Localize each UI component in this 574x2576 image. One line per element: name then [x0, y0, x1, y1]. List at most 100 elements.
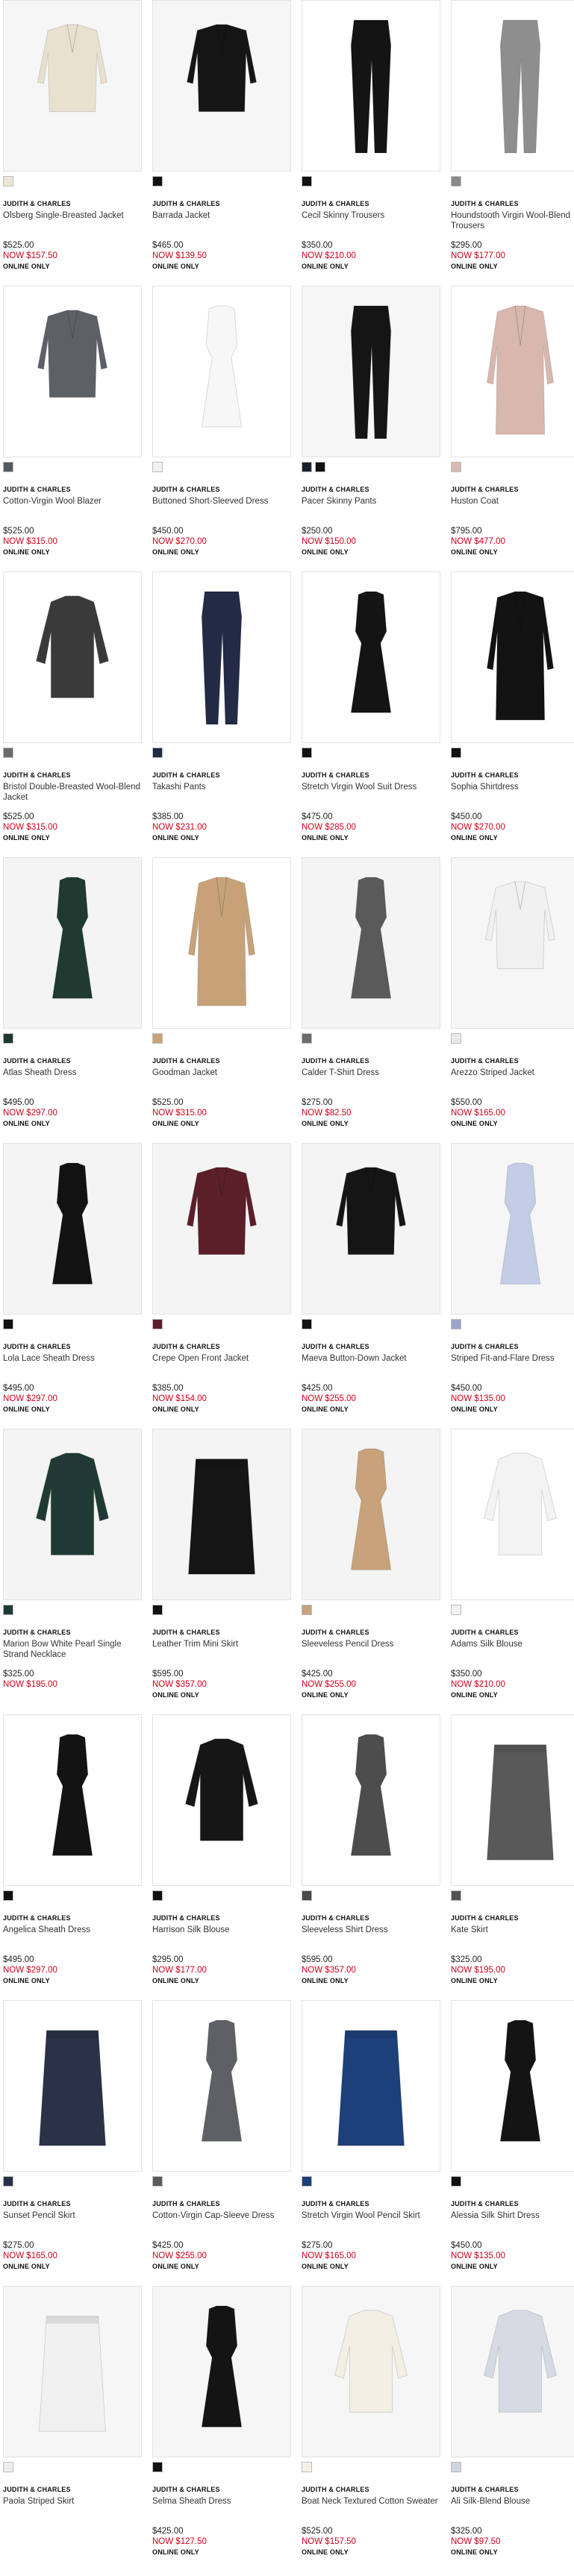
- product-card[interactable]: JUDITH & CHARLES Stretch Virgin Wool Penc…: [302, 2000, 440, 2286]
- product-image[interactable]: [451, 1143, 574, 1314]
- product-card[interactable]: JUDITH & CHARLES Goodman Jacket $525.00 NOW…: [152, 857, 291, 1143]
- product-image[interactable]: [152, 286, 291, 457]
- product-card[interactable]: JUDITH & CHARLES Bristol Double-Breasted …: [3, 571, 142, 857]
- color-swatch[interactable]: [302, 1033, 312, 1044]
- product-name[interactable]: Maeva Button-Down Jacket: [302, 1353, 440, 1364]
- product-card[interactable]: JUDITH & CHARLES Maeva Button-Down Jacket…: [302, 1143, 440, 1429]
- product-card[interactable]: JUDITH & CHARLES Cecil Skinny Trousers $35…: [302, 0, 440, 286]
- product-name[interactable]: Cotton-Virgin Cap-Sleeve Dress: [152, 2210, 291, 2221]
- color-swatch[interactable]: [3, 1319, 13, 1329]
- product-image[interactable]: [152, 0, 291, 172]
- color-swatch[interactable]: [451, 1033, 461, 1044]
- product-card[interactable]: JUDITH & CHARLES Sophia Shirtdress $450.00…: [451, 571, 574, 857]
- product-image[interactable]: [451, 1714, 574, 1886]
- color-swatch[interactable]: [152, 1033, 163, 1044]
- product-image[interactable]: [3, 1143, 142, 1314]
- color-swatch[interactable]: [152, 2462, 163, 2472]
- product-image[interactable]: [302, 1429, 440, 1600]
- color-swatch[interactable]: [302, 748, 312, 758]
- product-name[interactable]: Cecil Skinny Trousers: [302, 210, 440, 221]
- product-image[interactable]: [302, 2286, 440, 2457]
- product-card[interactable]: JUDITH & CHARLES Barrada Jacket $465.00 NOW…: [152, 0, 291, 286]
- product-image[interactable]: [3, 286, 142, 457]
- color-swatch[interactable]: [451, 1319, 461, 1329]
- product-name[interactable]: Harrison Silk Blouse: [152, 1925, 291, 1935]
- product-name[interactable]: Kate Skirt: [451, 1925, 574, 1935]
- product-name[interactable]: Barrada Jacket: [152, 210, 291, 221]
- product-name[interactable]: Striped Fit-and-Flare Dress: [451, 1353, 574, 1364]
- product-image[interactable]: [3, 571, 142, 743]
- product-image[interactable]: [302, 571, 440, 743]
- product-image[interactable]: [152, 857, 291, 1029]
- color-swatch[interactable]: [152, 748, 163, 758]
- product-image[interactable]: [3, 0, 142, 172]
- product-card[interactable]: JUDITH & CHARLES Takashi Pants $385.00 NOW …: [152, 571, 291, 857]
- product-name[interactable]: Leather Trim Mini Skirt: [152, 1639, 291, 1649]
- product-card[interactable]: JUDITH & CHARLES Alessia Silk Shirt Dress…: [451, 2000, 574, 2286]
- product-name[interactable]: Crepe Open Front Jacket: [152, 1353, 291, 1364]
- product-image[interactable]: [451, 571, 574, 743]
- product-image[interactable]: [3, 2286, 142, 2457]
- product-name[interactable]: Selma Sheath Dress: [152, 2496, 291, 2507]
- color-swatch[interactable]: [152, 462, 163, 472]
- product-image[interactable]: [3, 2000, 142, 2172]
- product-card[interactable]: JUDITH & CHARLES Lola Lace Sheath Dress $4…: [3, 1143, 142, 1429]
- color-swatch[interactable]: [3, 1033, 13, 1044]
- product-name[interactable]: Lola Lace Sheath Dress: [3, 1353, 142, 1364]
- product-card[interactable]: JUDITH & CHARLES Angelica Sheath Dress $49…: [3, 1714, 142, 2000]
- product-image[interactable]: [302, 1714, 440, 1886]
- product-card[interactable]: JUDITH & CHARLES Boat Neck Textured Cotto…: [302, 2286, 440, 2572]
- product-card[interactable]: JUDITH & CHARLES Selma Sheath Dress $425.0…: [152, 2286, 291, 2572]
- product-name[interactable]: Sleeveless Shirt Dress: [302, 1925, 440, 1935]
- product-name[interactable]: Cotton-Virgin Wool Blazer: [3, 496, 142, 507]
- product-card[interactable]: JUDITH & CHARLES Sleeveless Pencil Dress $…: [302, 1429, 440, 1714]
- product-name[interactable]: Alessia Silk Shirt Dress: [451, 2210, 574, 2221]
- product-name[interactable]: Sunset Pencil Skirt: [3, 2210, 142, 2221]
- product-card[interactable]: JUDITH & CHARLES Paola Striped Skirt: [3, 2286, 142, 2572]
- product-name[interactable]: Sophia Shirtdress: [451, 782, 574, 792]
- product-image[interactable]: [152, 1714, 291, 1886]
- product-name[interactable]: Atlas Sheath Dress: [3, 1068, 142, 1078]
- product-image[interactable]: [152, 2000, 291, 2172]
- product-card[interactable]: JUDITH & CHARLES Calder T-Shirt Dress $275…: [302, 857, 440, 1143]
- color-swatch[interactable]: [3, 176, 13, 187]
- product-name[interactable]: Olsberg Single-Breasted Jacket: [3, 210, 142, 221]
- product-image[interactable]: [3, 857, 142, 1029]
- color-swatch[interactable]: [451, 1890, 461, 1901]
- product-card[interactable]: JUDITH & CHARLES Sleeveless Shirt Dress $5…: [302, 1714, 440, 2000]
- color-swatch[interactable]: [152, 1605, 163, 1615]
- product-card[interactable]: JUDITH & CHARLES Leather Trim Mini Skirt $…: [152, 1429, 291, 1714]
- product-card[interactable]: JUDITH & CHARLES Cotton-Virgin Wool Blaze…: [3, 286, 142, 571]
- product-name[interactable]: Stretch Virgin Wool Pencil Skirt: [302, 2210, 440, 2221]
- product-image[interactable]: [302, 2000, 440, 2172]
- color-swatch[interactable]: [451, 176, 461, 187]
- color-swatch[interactable]: [302, 176, 312, 187]
- product-name[interactable]: Pacer Skinny Pants: [302, 496, 440, 507]
- product-name[interactable]: Adams Silk Blouse: [451, 1639, 574, 1649]
- product-name[interactable]: Paola Striped Skirt: [3, 2496, 142, 2507]
- product-card[interactable]: JUDITH & CHARLES Harrison Silk Blouse $295…: [152, 1714, 291, 2000]
- color-swatch[interactable]: [451, 462, 461, 472]
- product-card[interactable]: JUDITH & CHARLES Adams Silk Blouse $350.00…: [451, 1429, 574, 1714]
- color-swatch[interactable]: [451, 2176, 461, 2187]
- product-image[interactable]: [302, 0, 440, 172]
- product-card[interactable]: JUDITH & CHARLES Marion Bow White Pearl S…: [3, 1429, 142, 1714]
- color-swatch[interactable]: [152, 2176, 163, 2187]
- product-card[interactable]: JUDITH & CHARLES Striped Fit-and-Flare Dr…: [451, 1143, 574, 1429]
- product-name[interactable]: Angelica Sheath Dress: [3, 1925, 142, 1935]
- product-name[interactable]: Sleeveless Pencil Dress: [302, 1639, 440, 1649]
- product-name[interactable]: Stretch Virgin Wool Suit Dress: [302, 782, 440, 792]
- color-swatch[interactable]: [3, 1890, 13, 1901]
- product-name[interactable]: Houndstooth Virgin Wool-Blend Trousers: [451, 210, 574, 231]
- product-image[interactable]: [451, 0, 574, 172]
- product-image[interactable]: [302, 286, 440, 457]
- product-name[interactable]: Buttoned Short-Sleeved Dress: [152, 496, 291, 507]
- product-image[interactable]: [3, 1429, 142, 1600]
- color-swatch[interactable]: [3, 2176, 13, 2187]
- product-card[interactable]: JUDITH & CHARLES Buttoned Short-Sleeved D…: [152, 286, 291, 571]
- product-name[interactable]: Ali Silk-Blend Blouse: [451, 2496, 574, 2507]
- color-swatch[interactable]: [3, 2462, 13, 2472]
- product-card[interactable]: JUDITH & CHARLES Stretch Virgin Wool Suit…: [302, 571, 440, 857]
- color-swatch[interactable]: [302, 2176, 312, 2187]
- color-swatch[interactable]: [152, 1890, 163, 1901]
